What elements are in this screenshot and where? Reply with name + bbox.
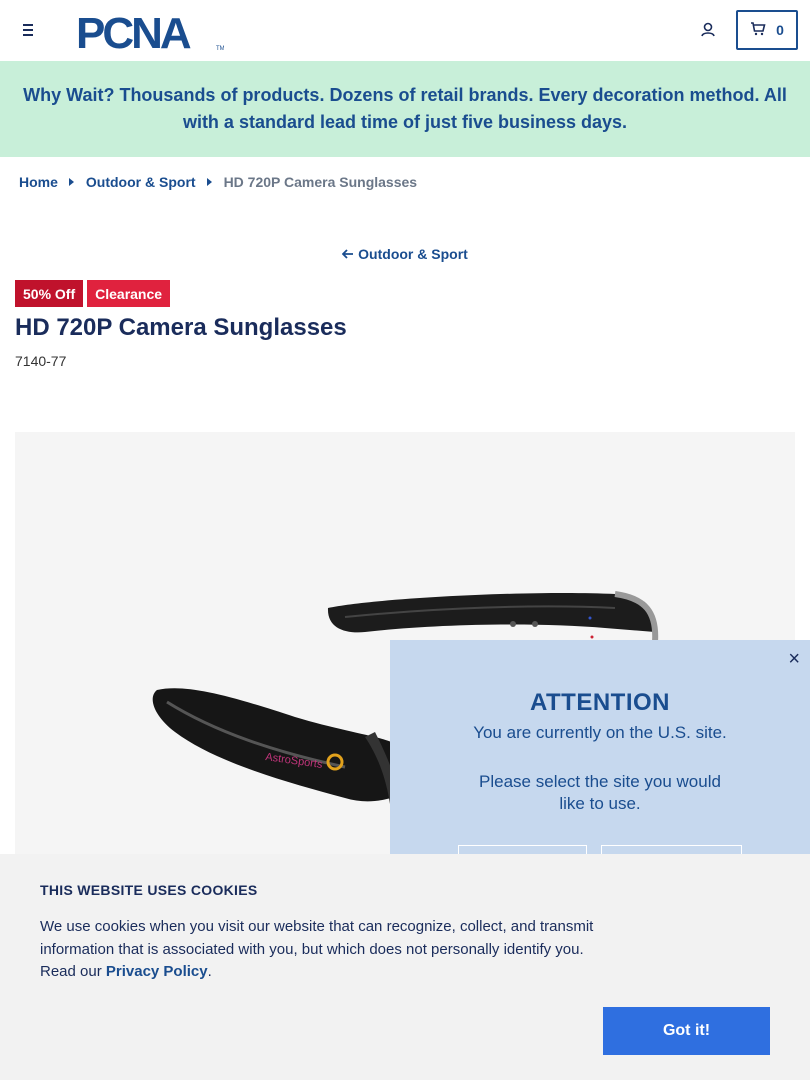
breadcrumb-outdoor-sport[interactable]: Outdoor & Sport	[86, 174, 196, 190]
modal-instruction-line1: Please select the site you would	[479, 772, 721, 791]
product-badges: 50% Off Clearance	[15, 280, 171, 307]
hamburger-icon[interactable]	[18, 20, 38, 40]
cookie-title: THIS WEBSITE USES COOKIES	[40, 882, 258, 898]
clearance-badge: Clearance	[87, 280, 171, 307]
cart-button[interactable]: 0	[736, 10, 798, 50]
accept-cookies-button[interactable]: Got it!	[603, 1007, 770, 1055]
modal-current-site-text: You are currently on the U.S. site.	[473, 723, 727, 742]
user-icon[interactable]	[698, 20, 718, 40]
product-sku: 7140-77	[15, 353, 67, 369]
back-to-category-link[interactable]: Outdoor & Sport	[0, 246, 810, 262]
site-header: PCNA TM 0	[0, 0, 810, 61]
pcna-logo[interactable]: PCNA TM	[76, 9, 225, 58]
logo-wordmark: PCNA	[76, 10, 191, 52]
cookie-period: .	[207, 963, 212, 980]
cookie-text: We use cookies when you visit our websit…	[40, 916, 600, 984]
cart-icon	[750, 21, 766, 39]
caret-right-icon	[68, 178, 74, 186]
privacy-policy-link[interactable]: Privacy Policy	[106, 963, 208, 980]
product-title: HD 720P Camera Sunglasses	[15, 314, 347, 341]
modal-instruction-line2: like to use.	[559, 794, 641, 813]
close-icon[interactable]: ×	[788, 648, 800, 671]
breadcrumb: Home Outdoor & Sport HD 720P Camera Sung…	[19, 174, 417, 190]
modal-heading: ATTENTION	[529, 689, 671, 716]
sale-badge: 50% Off	[15, 280, 84, 307]
promo-banner: Why Wait? Thousands of products. Dozens …	[0, 61, 810, 157]
cookie-banner: THIS WEBSITE USES COOKIES We use cookies…	[0, 854, 810, 1080]
breadcrumb-current: HD 720P Camera Sunglasses	[223, 174, 418, 190]
promo-text: Why Wait? Thousands of products. Dozens …	[23, 85, 787, 132]
caret-right-icon	[206, 178, 212, 186]
breadcrumb-home[interactable]: Home	[19, 174, 58, 190]
back-link-label: Outdoor & Sport	[358, 246, 468, 262]
arrow-left-icon	[341, 246, 354, 262]
cart-count: 0	[776, 22, 784, 38]
logo-tm: TM	[216, 46, 224, 52]
